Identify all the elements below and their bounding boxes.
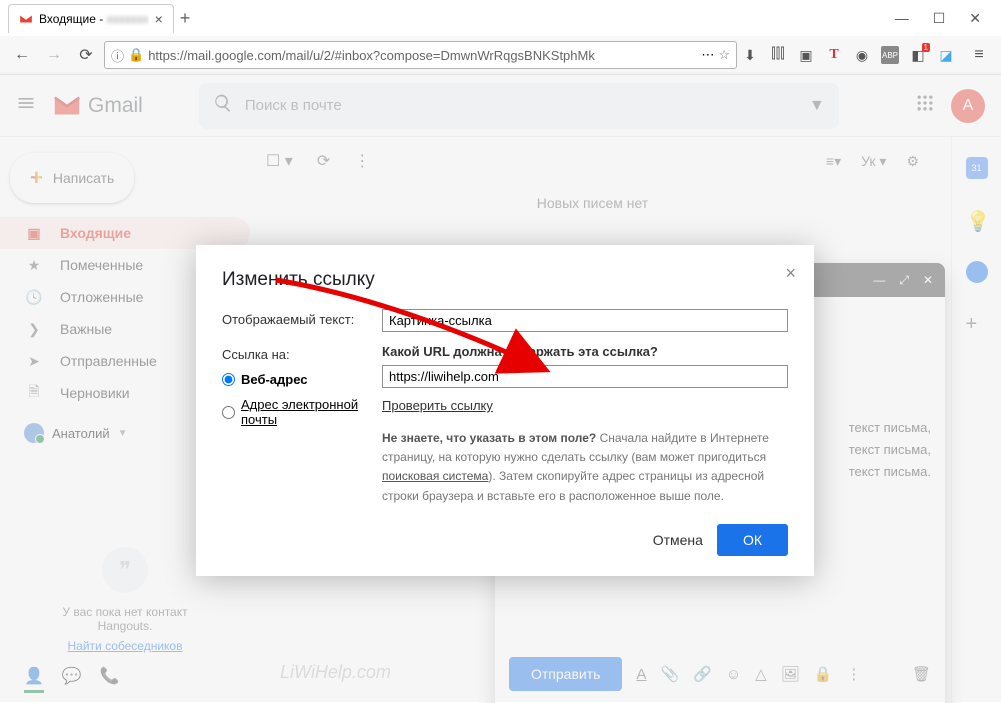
tab-bar: Входящие - xxxxxxx × + — ☐ ✕ [0,0,1001,36]
dialog-title: Изменить ссылку [222,269,788,291]
download-icon[interactable]: ⬇ [741,46,759,64]
new-tab-button[interactable]: + [180,8,191,29]
url-input[interactable] [382,365,788,388]
close-icon[interactable]: ✕ [969,10,981,27]
hint-text: Не знаете, что указать в этом поле? Снач… [382,429,788,506]
address-bar: ← → ⟳ ⓘ 🔒 https://mail.google.com/mail/u… [0,36,1001,74]
ext-abp-icon[interactable]: ABP [881,46,899,64]
edit-link-dialog: Изменить ссылку × Отображаемый текст: Сс… [196,245,814,576]
ext-t-icon[interactable]: T [825,46,843,64]
maximize-icon[interactable]: ☐ [933,10,946,27]
url-prompt: Какой URL должна содержать эта ссылка? [382,344,788,359]
star-icon[interactable]: ☆ [718,47,730,63]
browser-tab[interactable]: Входящие - xxxxxxx × [8,4,174,33]
display-text-label: Отображаемый текст: [222,309,372,332]
back-button[interactable]: ← [8,41,36,69]
url-text: https://mail.google.com/mail/u/2/#inbox?… [148,48,697,63]
ext-blue-icon[interactable]: ◪ [937,46,955,64]
radio-email-address[interactable]: Адрес электронной почты [222,397,372,427]
minimize-icon[interactable]: — [895,10,909,27]
search-engine-link[interactable]: поисковая система [382,469,488,483]
library-icon[interactable]: ⫿⫿⫿ [769,46,787,64]
gmail-favicon-icon [19,12,33,26]
ok-button[interactable]: ОК [717,524,788,556]
test-link[interactable]: Проверить ссылку [382,398,493,413]
browser-chrome: Входящие - xxxxxxx × + — ☐ ✕ ← → ⟳ ⓘ 🔒 h… [0,0,1001,75]
tab-close-icon[interactable]: × [155,11,163,27]
reload-button[interactable]: ⟳ [72,41,100,69]
url-dots-icon[interactable]: ⋯ [701,47,714,63]
forward-button[interactable]: → [40,41,68,69]
dialog-close-icon[interactable]: × [785,263,796,284]
ext-eye-icon[interactable]: ◉ [853,46,871,64]
link-type-radio-group: Веб-адрес Адрес электронной почты [222,372,372,427]
menu-icon[interactable]: ≡ [965,41,993,69]
info-icon: ⓘ [111,46,124,65]
ext-box-icon[interactable]: ▣ [797,46,815,64]
window-controls: — ☐ ✕ [895,10,993,27]
ext-badge-icon[interactable]: ◧1 [909,46,927,64]
cancel-button[interactable]: Отмена [653,532,703,548]
dialog-actions: Отмена ОК [222,524,788,556]
link-to-label: Ссылка на: [222,344,372,362]
radio-web-address[interactable]: Веб-адрес [222,372,372,387]
lock-icon: 🔒 [128,47,144,63]
display-text-input[interactable] [382,309,788,332]
url-box[interactable]: ⓘ 🔒 https://mail.google.com/mail/u/2/#in… [104,41,737,69]
tab-title: Входящие - [39,12,103,26]
